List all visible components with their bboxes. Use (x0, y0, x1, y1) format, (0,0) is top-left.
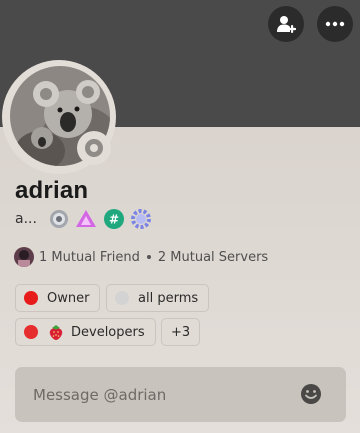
mutual-friend-avatar (14, 247, 34, 267)
ellipsis-icon (325, 21, 345, 27)
status-indicator (77, 131, 111, 165)
message-input[interactable]: Message @adrian (15, 367, 346, 422)
avatar-ring (2, 60, 116, 174)
channel-badge-icon[interactable]: # (103, 208, 125, 230)
cog-badge-icon[interactable] (130, 208, 152, 230)
more-roles-count: +3 (171, 324, 191, 340)
role-label: Developers (71, 324, 145, 340)
more-roles-button[interactable]: +3 (161, 318, 201, 346)
role-color-dot (24, 325, 38, 339)
role-all-perms[interactable]: all perms (106, 284, 210, 312)
friend-avatar-image (14, 247, 34, 267)
role-label: all perms (138, 290, 199, 306)
strawberry-icon (49, 325, 63, 340)
pronouns: a... (15, 211, 37, 227)
triangle-badge-icon[interactable] (75, 208, 97, 230)
role-label: Owner (47, 290, 90, 306)
add-friend-icon (277, 16, 296, 33)
mutual-servers-link[interactable]: 2 Mutual Servers (158, 250, 268, 265)
role-developers[interactable]: Developers (15, 318, 156, 346)
message-placeholder: Message @adrian (33, 386, 167, 404)
username: adrian (15, 177, 89, 204)
separator-dot (146, 255, 151, 259)
more-options-button[interactable] (317, 6, 353, 42)
add-friend-button[interactable] (268, 6, 304, 42)
offline-status-icon (85, 139, 103, 157)
role-color-dot (24, 291, 38, 305)
hypesquad-badge-icon[interactable] (48, 208, 70, 230)
svg-text:#: # (109, 213, 119, 227)
role-owner[interactable]: Owner (15, 284, 101, 312)
profile-card: adrian a... # 1 Mutual Friend 2 Mutual S… (0, 0, 360, 433)
mutual-friends-link[interactable]: 1 Mutual Friend (39, 250, 140, 265)
role-color-dot (115, 291, 129, 305)
mutual-info: 1 Mutual Friend 2 Mutual Servers (14, 247, 268, 267)
emoji-icon[interactable] (300, 383, 322, 405)
